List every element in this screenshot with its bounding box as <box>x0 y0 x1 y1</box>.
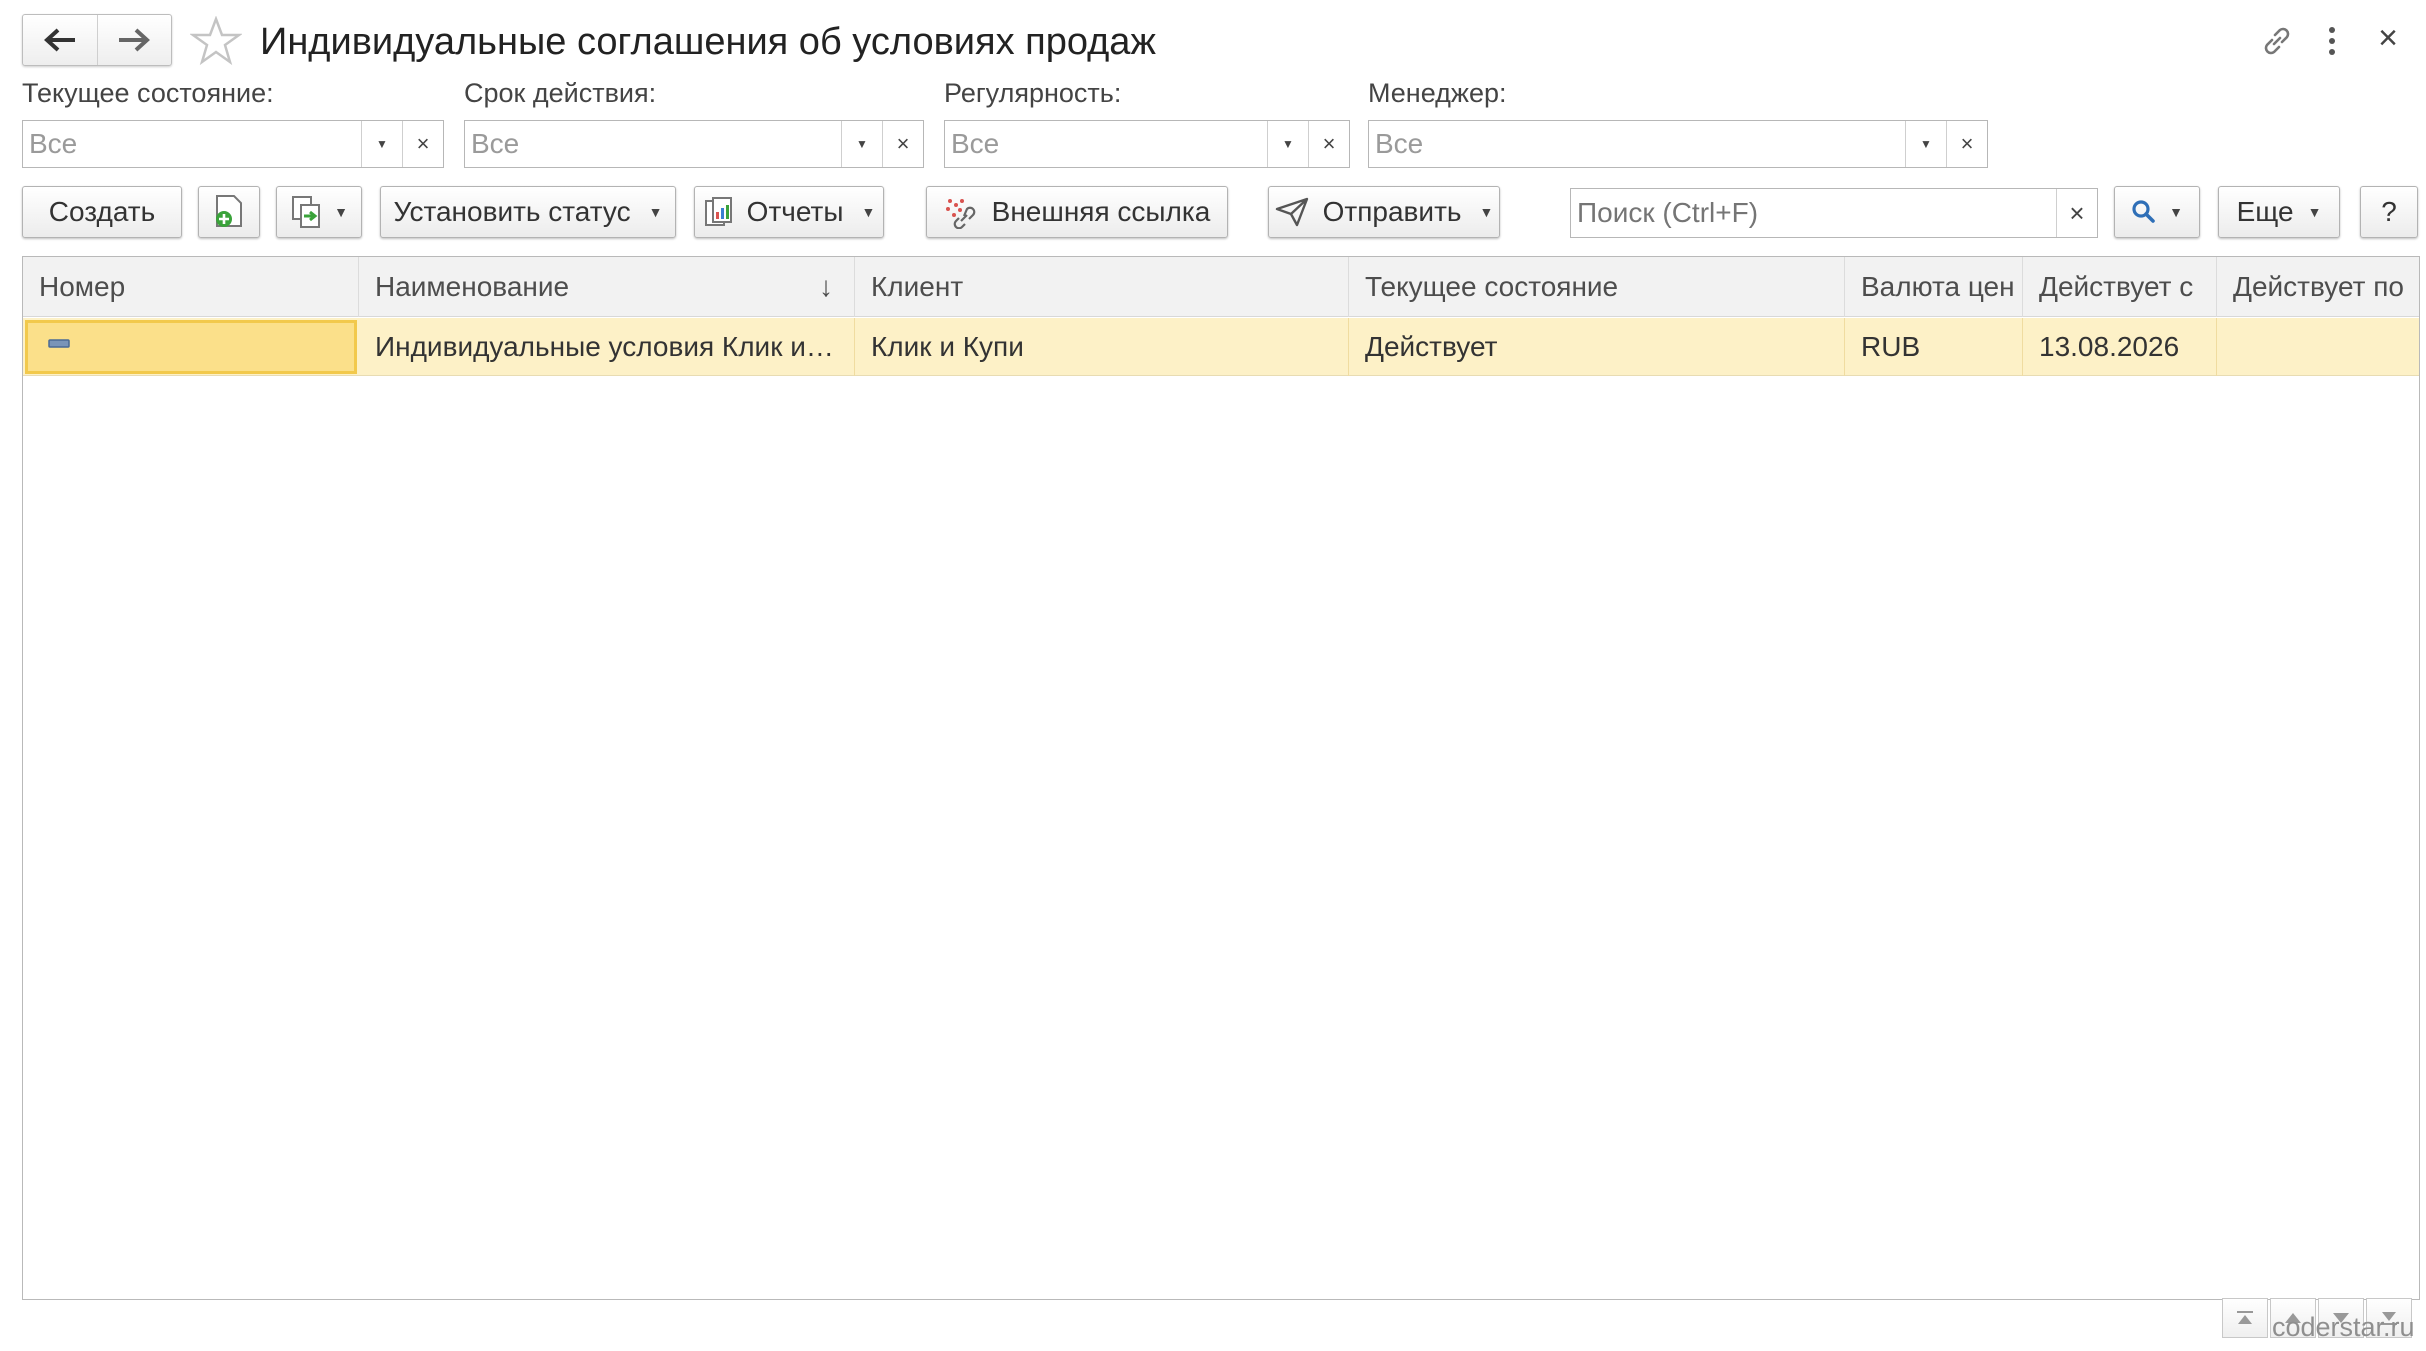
create-button[interactable]: Создать <box>22 186 182 238</box>
scroll-to-top-button[interactable] <box>2222 1298 2268 1338</box>
table-row[interactable]: Индивидуальные условия Клик и Купи Клик … <box>23 318 2419 376</box>
chevron-down-icon: ▼ <box>334 204 348 220</box>
more-button[interactable]: Еще ▼ <box>2218 186 2340 238</box>
filter-regularity-dropdown[interactable]: ▼ <box>1267 121 1308 167</box>
page-title: Индивидуальные соглашения об условиях пр… <box>260 21 1156 63</box>
filter-manager-label: Менеджер: <box>1368 78 1507 108</box>
search-icon <box>2132 200 2155 223</box>
filter-manager-dropdown[interactable]: ▼ <box>1905 121 1946 167</box>
nav-buttons-group <box>22 14 172 66</box>
reports-button[interactable]: Отчеты ▼ <box>694 186 884 238</box>
create-based-on-button[interactable]: ▼ <box>276 186 362 238</box>
filter-term-clear[interactable]: × <box>882 121 923 167</box>
filter-regularity-clear[interactable]: × <box>1308 121 1349 167</box>
reports-icon <box>704 197 732 226</box>
sort-descending-icon: ↓ <box>819 271 833 302</box>
send-button[interactable]: Отправить ▼ <box>1268 186 1500 238</box>
more-vertical-icon[interactable] <box>2322 22 2342 60</box>
search-options-button[interactable]: ▼ <box>2114 186 2200 238</box>
filter-manager-field[interactable]: Все ▼ × <box>1368 120 1988 168</box>
send-label: Отправить <box>1322 196 1462 227</box>
data-table: Номер Наименование ↓ Клиент Текущее сост… <box>22 256 2420 1300</box>
filter-term-field[interactable]: Все ▼ × <box>464 120 924 168</box>
chevron-down-icon: ▼ <box>376 137 388 151</box>
close-icon: × <box>416 131 430 156</box>
cell-name[interactable]: Индивидуальные условия Клик и Купи <box>359 318 855 376</box>
column-header-name[interactable]: Наименование ↓ <box>359 257 855 317</box>
star-icon[interactable] <box>190 16 242 66</box>
cell-number[interactable] <box>25 320 357 374</box>
chevron-down-icon: ▼ <box>861 204 876 220</box>
arrow-right-icon <box>119 28 151 52</box>
reports-label: Отчеты <box>746 196 844 227</box>
cell-client[interactable]: Клик и Купи <box>855 318 1349 376</box>
close-icon: × <box>1322 131 1336 156</box>
chevron-down-icon: ▼ <box>856 137 868 151</box>
chevron-down-icon: ▼ <box>1479 204 1494 220</box>
cell-valid-to[interactable] <box>2217 318 2419 376</box>
filter-term-dropdown[interactable]: ▼ <box>841 121 882 167</box>
filter-term-label: Срок действия: <box>464 78 657 108</box>
set-status-label: Установить статус <box>393 196 631 227</box>
chevron-down-icon: ▼ <box>2169 204 2183 220</box>
cell-state[interactable]: Действует <box>1349 318 1845 376</box>
close-icon: × <box>896 131 910 156</box>
column-header-name-label: Наименование <box>375 271 570 302</box>
filter-regularity-label: Регулярность: <box>944 78 1122 108</box>
back-button[interactable] <box>23 15 98 65</box>
chevron-down-icon: ▼ <box>648 204 663 220</box>
filter-regularity-value[interactable]: Все <box>945 121 1267 167</box>
cell-valid-from[interactable]: 13.08.2026 <box>2023 318 2217 376</box>
more-label: Еще <box>2236 196 2294 227</box>
cell-currency[interactable]: RUB <box>1845 318 2023 376</box>
column-header-number[interactable]: Номер <box>23 257 359 317</box>
help-button[interactable]: ? <box>2360 186 2418 238</box>
create-copy-button[interactable] <box>198 186 260 238</box>
filter-state-dropdown[interactable]: ▼ <box>361 121 402 167</box>
filter-state-clear[interactable]: × <box>402 121 443 167</box>
close-button[interactable]: × <box>2370 18 2406 58</box>
external-link-button[interactable]: Внешняя ссылка <box>926 186 1228 238</box>
close-icon: × <box>1960 131 1974 156</box>
column-header-state[interactable]: Текущее состояние <box>1349 257 1845 317</box>
filter-state-value[interactable]: Все <box>23 121 361 167</box>
chevron-down-icon: ▼ <box>1282 137 1294 151</box>
agreement-status-icon <box>48 339 70 348</box>
search-input[interactable] <box>1571 189 2056 237</box>
search-clear-button[interactable]: × <box>2056 189 2097 237</box>
filter-manager-value[interactable]: Все <box>1369 121 1905 167</box>
filter-regularity-field[interactable]: Все ▼ × <box>944 120 1350 168</box>
first-page-icon <box>2237 1311 2253 1324</box>
add-document-icon <box>216 195 242 227</box>
filter-manager-clear[interactable]: × <box>1946 121 1987 167</box>
create-based-on-icon <box>292 196 321 228</box>
table-header: Номер Наименование ↓ Клиент Текущее сост… <box>23 257 2419 317</box>
filter-term-value[interactable]: Все <box>465 121 841 167</box>
filter-state-field[interactable]: Все ▼ × <box>22 120 444 168</box>
column-header-valid-to[interactable]: Действует по <box>2217 257 2419 317</box>
column-header-valid-from[interactable]: Действует с <box>2023 257 2217 317</box>
watermark-text: coderstar.ru <box>2272 1312 2415 1342</box>
external-link-label: Внешняя ссылка <box>991 196 1211 227</box>
set-status-button[interactable]: Установить статус ▼ <box>380 186 676 238</box>
filter-state-label: Текущее состояние: <box>22 78 274 108</box>
link-icon[interactable] <box>2258 22 2296 60</box>
column-header-client[interactable]: Клиент <box>855 257 1349 317</box>
search-box: × <box>1570 188 2098 238</box>
arrow-left-icon <box>43 28 75 52</box>
column-header-currency[interactable]: Валюта цен <box>1845 257 2023 317</box>
paper-plane-icon <box>1275 197 1308 227</box>
forward-button[interactable] <box>98 15 172 65</box>
external-link-icon <box>945 199 975 229</box>
chevron-down-icon: ▼ <box>2307 204 2322 220</box>
chevron-down-icon: ▼ <box>1920 137 1932 151</box>
